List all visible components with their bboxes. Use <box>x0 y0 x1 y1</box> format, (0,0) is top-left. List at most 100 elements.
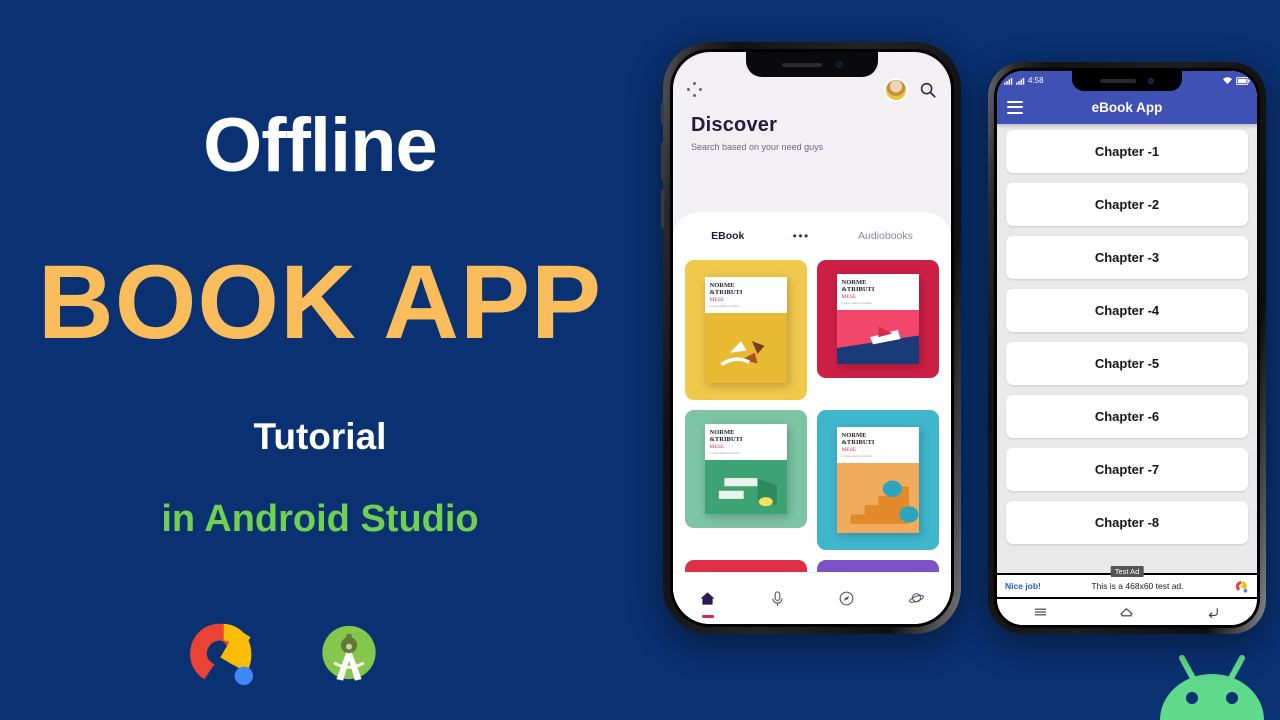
book-card[interactable]: NORME &TRIBUTI MESE Il nuovo quadro norm… <box>817 410 939 550</box>
book-title-line1: NORME <box>841 279 867 287</box>
status-bar-right <box>1222 76 1250 85</box>
nav-active-indicator <box>701 615 714 618</box>
book-card[interactable]: NORME &TRIBUTI MESE Il nuovo quadro norm… <box>817 560 939 572</box>
phone1-notch <box>746 52 878 77</box>
ad-link[interactable]: Nice job! <box>1005 581 1041 591</box>
list-item[interactable]: Chapter -6 <box>1006 395 1248 438</box>
four-dots-icon[interactable] <box>687 82 703 98</box>
nav-compass-icon[interactable] <box>833 585 861 613</box>
book-meta: Il nuovo quadro normativo <box>841 454 872 458</box>
phone1-volume-up-button[interactable] <box>661 142 664 180</box>
bottom-navigation-bar <box>673 572 951 624</box>
phone1-silent-switch[interactable] <box>661 102 664 124</box>
book-artwork <box>836 462 920 534</box>
topbar-right-group <box>884 78 937 102</box>
ad-body-text: This is a 468x60 test ad. <box>1091 581 1184 591</box>
home-icon[interactable] <box>1119 605 1134 619</box>
phone1-bezel: Discover Search based on your need guys … <box>670 49 954 627</box>
book-artwork <box>704 459 788 514</box>
phone-mockup-ebook-app: 4:58 eBook App Chapter -1 Chapter -2 Cha… <box>988 62 1266 634</box>
book-cover: NORME &TRIBUTI MESE Il nuovo quadro norm… <box>704 424 788 514</box>
list-item[interactable]: Chapter -3 <box>1006 236 1248 279</box>
battery-icon <box>1236 76 1250 85</box>
book-card[interactable]: NORME &TRIBUTI MESE Il nuovo quadro norm… <box>817 260 939 378</box>
user-avatar[interactable] <box>884 78 908 102</box>
list-item[interactable]: Chapter -5 <box>1006 342 1248 385</box>
headline-tutorial: Tutorial <box>253 416 387 457</box>
android-studio-logo <box>312 617 386 691</box>
book-title-line1: NORME <box>841 431 867 439</box>
phone1-screen: Discover Search based on your need guys … <box>673 52 951 624</box>
nav-planet-icon[interactable] <box>902 585 930 613</box>
list-item[interactable]: Chapter -2 <box>1006 183 1248 226</box>
list-item[interactable]: Chapter -7 <box>1006 448 1248 491</box>
earpiece-speaker-icon <box>1100 79 1136 83</box>
phone2-bezel: 4:58 eBook App Chapter -1 Chapter -2 Cha… <box>994 68 1260 628</box>
book-title-line2: &TRIBUTI <box>709 436 743 444</box>
discover-header: Discover Search based on your need guys <box>691 114 823 152</box>
book-title-line2: &TRIBUTI <box>841 438 875 446</box>
logo-row <box>180 612 386 696</box>
app-bar: eBook App <box>997 90 1257 124</box>
earpiece-speaker-icon <box>781 62 822 67</box>
admob-logo <box>180 612 264 696</box>
hamburger-menu-icon[interactable] <box>1007 100 1023 114</box>
discover-topbar <box>673 74 951 106</box>
android-navigation-bar <box>997 599 1257 625</box>
front-camera-icon <box>1148 78 1154 84</box>
book-cover: NORME &TRIBUTI MESE Il nuovo quadro norm… <box>704 276 788 384</box>
signal-bars-icon-2 <box>1016 77 1025 85</box>
book-cover-header: NORME &TRIBUTI MESE Il nuovo quadro norm… <box>704 276 788 313</box>
book-grid: NORME &TRIBUTI MESE Il nuovo quadro norm… <box>673 260 951 572</box>
back-icon[interactable] <box>1206 605 1221 619</box>
book-title-line3: MESE <box>841 446 857 453</box>
book-title-line1: NORME <box>709 281 735 289</box>
status-bar-time: 4:58 <box>1028 76 1044 85</box>
page-subtitle: Search based on your need guys <box>691 142 824 152</box>
tab-audiobooks[interactable]: Audiobooks <box>858 230 913 242</box>
tab-ebook[interactable]: EBook <box>711 230 744 242</box>
book-title-line3: MESE <box>709 444 725 451</box>
wifi-icon <box>1223 77 1232 85</box>
book-title-line2: &TRIBUTI <box>709 288 743 296</box>
book-card[interactable]: NORME &TRIBUTI MESE Il nuovo quadro norm… <box>685 560 807 572</box>
status-bar-left: 4:58 <box>1004 76 1044 85</box>
book-title-line2: &TRIBUTI <box>841 286 875 294</box>
page-title: Discover <box>691 114 778 136</box>
book-card[interactable]: NORME &TRIBUTI MESE Il nuovo quadro norm… <box>685 410 807 528</box>
list-item[interactable]: Chapter -8 <box>1006 501 1248 544</box>
book-meta: Il nuovo quadro normativo <box>709 452 740 456</box>
phone2-screen: 4:58 eBook App Chapter -1 Chapter -2 Cha… <box>997 71 1257 625</box>
book-cover: NORME &TRIBUTI MESE Il nuovo quadro norm… <box>836 426 920 534</box>
discover-tabs: EBook ••• Audiobooks <box>673 212 951 260</box>
headline-book-app: BOOK APP <box>37 244 603 361</box>
headline-in-android-studio: in Android Studio <box>161 498 479 540</box>
ad-banner[interactable]: Test Ad Nice job! This is a 468x60 test … <box>997 566 1257 599</box>
list-item[interactable]: Chapter -1 <box>1006 130 1248 173</box>
tab-more-dots[interactable]: ••• <box>793 229 810 243</box>
admob-icon <box>1234 579 1249 594</box>
chapter-list[interactable]: Chapter -1 Chapter -2 Chapter -3 Chapter… <box>997 124 1257 573</box>
book-artwork <box>836 309 920 364</box>
list-item[interactable]: Chapter -4 <box>1006 289 1248 332</box>
left-text-panel: Offline BOOK APP Tutorial in Android Stu… <box>0 0 640 720</box>
book-title-line3: MESE <box>841 294 857 301</box>
nav-home-icon[interactable] <box>694 585 722 618</box>
discover-content-sheet: EBook ••• Audiobooks NORME &TRIBUTI MESE… <box>673 212 951 624</box>
phone1-volume-down-button[interactable] <box>661 190 664 228</box>
ad-test-badge: Test Ad <box>1110 566 1144 577</box>
book-meta: Il nuovo quadro normativo <box>841 302 872 306</box>
search-icon[interactable] <box>919 81 937 99</box>
recents-icon[interactable] <box>1033 605 1048 619</box>
book-cover: NORME &TRIBUTI MESE Il nuovo quadro norm… <box>836 274 920 364</box>
book-artwork <box>704 312 788 384</box>
book-cover-header: NORME &TRIBUTI MESE Il nuovo quadro norm… <box>704 424 788 460</box>
book-meta: Il nuovo quadro normativo <box>709 304 740 308</box>
book-title-line1: NORME <box>709 429 735 437</box>
phone-mockup-discover: Discover Search based on your need guys … <box>661 42 961 634</box>
app-bar-title: eBook App <box>1091 99 1163 115</box>
phone2-notch <box>1072 71 1182 91</box>
book-card[interactable]: NORME &TRIBUTI MESE Il nuovo quadro norm… <box>685 260 807 400</box>
nav-microphone-icon[interactable] <box>763 585 791 613</box>
headline-offline: Offline <box>203 103 438 188</box>
